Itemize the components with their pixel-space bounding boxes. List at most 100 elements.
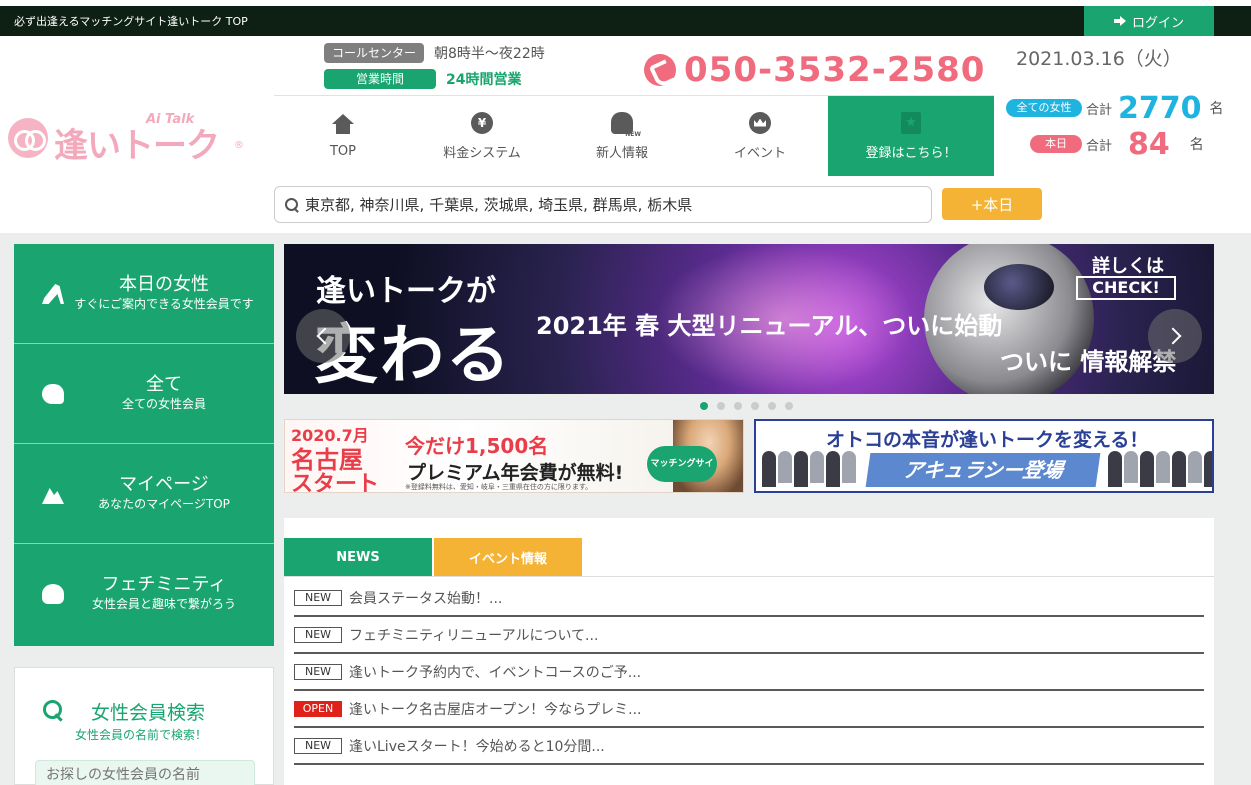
area-search-input[interactable] <box>305 195 905 214</box>
carousel-prev-icon[interactable] <box>296 309 350 363</box>
business-hours-text: 24時間営業 <box>446 72 522 88</box>
sidebar-item-mypage[interactable]: マイページ あなたのマイページTOP <box>14 444 274 544</box>
today-count-value: 84 <box>1128 126 1170 162</box>
tab-news[interactable]: NEWS <box>284 538 432 577</box>
accuracy-banner[interactable]: オトコの本音が逢いトークを変える！ アキュラシー登場 <box>754 419 1214 493</box>
sidebar-item-title: フェチミニティ <box>101 574 227 595</box>
news-text: 逢いLiveスタート！今始めると10分間... <box>349 738 605 755</box>
carousel-dot[interactable] <box>717 402 725 410</box>
login-label: ログイン <box>1131 15 1184 31</box>
carousel-dot[interactable] <box>768 402 776 410</box>
nav-newcomers[interactable]: 新人情報 <box>552 96 692 176</box>
top-bar: 必ず出逢えるマッチングサイト逢いトーク TOP ログイン <box>0 0 1251 36</box>
tab-divider <box>284 576 1214 577</box>
news-badge: NEW <box>294 589 342 606</box>
news-tabs: NEWS イベント情報 <box>284 538 582 577</box>
banner-promo: 今だけ1,500名 <box>405 434 549 458</box>
member-search-title: 女性会員検索 <box>91 702 206 724</box>
nav-pricing-label: 料金システム <box>443 145 521 161</box>
nav-top[interactable]: TOP <box>274 96 412 176</box>
new-girl-icon <box>611 111 641 138</box>
nav-newcomers-label: 新人情報 <box>595 145 648 161</box>
hero-carousel[interactable]: 逢いトークが 変わる 2021年 春 大型リニューアル、ついに始動 ついに 情報… <box>284 244 1214 394</box>
carousel-dots <box>700 402 793 410</box>
banner-start: スタート <box>291 472 380 493</box>
banner-premium: プレミアム年会費が無料! <box>407 462 624 484</box>
today-badge[interactable]: 本日 <box>1030 135 1082 153</box>
news-item[interactable]: NEW 逢いLiveスタート！今始めると10分間... <box>294 728 1204 765</box>
tab-event-info[interactable]: イベント情報 <box>434 538 582 577</box>
sidebar-menu: 本日の女性 すぐにご案内できる女性会員です 全て 全ての女性会員 マイページ あ… <box>14 244 274 646</box>
news-badge-open: OPEN <box>294 700 342 717</box>
news-item[interactable]: NEW 会員ステータス始動！... <box>294 580 1204 617</box>
news-list: NEW 会員ステータス始動！... NEW フェチミニティリニューアルについて.… <box>294 580 1204 765</box>
yen-icon: ¥ <box>471 111 493 134</box>
nav-events[interactable]: イベント <box>692 96 828 176</box>
sidebar-item-all-women[interactable]: 全て 全ての女性会員 <box>14 344 274 444</box>
member-counts: 全ての女性 合計 2770 名 本日 合計 84 名 <box>1006 90 1246 162</box>
site-logo[interactable]: 逢いトーク Ai Talk ® <box>8 112 248 166</box>
all-count-value: 2770 <box>1118 90 1202 126</box>
nav-register[interactable]: 登録はこちら！ <box>828 96 994 176</box>
all-women-badge[interactable]: 全ての女性 <box>1006 99 1082 117</box>
carousel-next-icon[interactable] <box>1148 309 1202 363</box>
search-icon <box>43 700 63 720</box>
news-badge: NEW <box>294 737 342 754</box>
phone-number: 050-3532-2580 <box>684 50 986 90</box>
member-search-sub: 女性会員の名前で検索！ <box>75 728 208 742</box>
logo-registered: ® <box>234 140 244 151</box>
hero-check-button[interactable]: CHECK! <box>1076 276 1176 300</box>
sidebar-item-today-women[interactable]: 本日の女性 すぐにご案内できる女性会員です <box>14 244 274 344</box>
banner-sub: アキュラシー登場 <box>865 453 1101 487</box>
sidebar-item-title: 本日の女性 <box>119 274 209 295</box>
banner-note: ※登録料無料は、愛知・岐阜・三重県在住の方に限ります。 <box>405 483 593 491</box>
login-button[interactable]: ログイン <box>1084 6 1214 36</box>
business-hours: コールセンター 朝8時半〜夜22時 営業時間 24時間営業 <box>324 42 545 94</box>
carousel-dot[interactable] <box>785 402 793 410</box>
news-item[interactable]: NEW 逢いトーク予約内で、イベントコースのご予... <box>294 654 1204 691</box>
sidebar-item-sub: すぐにご案内できる女性会員です <box>74 297 254 311</box>
astronaut-visor <box>984 264 1054 310</box>
news-text: フェチミニティリニューアルについて... <box>349 627 599 644</box>
call-center-hours: 朝8時半〜夜22時 <box>434 46 545 62</box>
sidebar-item-fetiminity[interactable]: フェチミニティ 女性会員と趣味で繋がろう <box>14 544 274 646</box>
sidebar-item-title: 全て <box>146 374 182 395</box>
nav-events-label: イベント <box>733 145 786 161</box>
register-icon <box>901 111 921 134</box>
news-badge: NEW <box>294 663 342 680</box>
carousel-dot[interactable] <box>700 402 708 410</box>
all-total-label: 合計 <box>1086 102 1113 118</box>
news-item[interactable]: OPEN 逢いトーク名古屋店オープン！今ならプレミ... <box>294 691 1204 728</box>
all-count-unit: 名 <box>1209 101 1224 117</box>
call-center-badge: コールセンター <box>324 43 424 63</box>
carousel-dot[interactable] <box>751 402 759 410</box>
nagoya-banner[interactable]: 2020.7月 名古屋 スタート 今だけ1,500名 プレミアム年会費が無料! … <box>284 419 744 493</box>
today-filter-button[interactable]: +本日 <box>942 188 1042 220</box>
today-count-unit: 名 <box>1189 137 1204 153</box>
area-search-bar[interactable] <box>274 186 932 223</box>
logo-sub: Ai Talk <box>146 112 195 127</box>
banner-headline: オトコの本音が逢いトークを変える！ <box>826 429 1149 451</box>
member-search-panel: 女性会員検索 女性会員の名前で検索！ <box>14 667 274 785</box>
search-icon <box>285 197 299 212</box>
today-total-label: 合計 <box>1086 138 1113 154</box>
business-hours-badge: 営業時間 <box>324 69 436 89</box>
nav-pricing[interactable]: ¥ 料金システム <box>412 96 552 176</box>
news-item[interactable]: NEW フェチミニティリニューアルについて... <box>294 617 1204 654</box>
phone-link[interactable]: 050-3532-2580 <box>644 50 985 90</box>
login-icon <box>1113 15 1126 27</box>
news-text: 会員ステータス始動！... <box>349 590 503 607</box>
hero-check-top: 詳しくは <box>1092 256 1164 277</box>
news-panel: NEWS イベント情報 NEW 会員ステータス始動！... NEW フェチミニテ… <box>284 518 1214 785</box>
banner-stamp: マッチングサイト <box>647 446 717 482</box>
site-header: 逢いトーク Ai Talk ® コールセンター 朝8時半〜夜22時 営業時間 2… <box>0 36 1251 233</box>
carousel-dot[interactable] <box>734 402 742 410</box>
news-badge: NEW <box>294 626 342 643</box>
member-name-input[interactable] <box>35 760 255 785</box>
phone-icon <box>644 54 676 86</box>
sidebar-item-sub: 女性会員と趣味で繋がろう <box>91 597 236 611</box>
news-text: 逢いトーク予約内で、イベントコースのご予... <box>349 664 642 681</box>
crown-icon <box>749 111 771 134</box>
sidebar-item-sub: 全ての女性会員 <box>121 397 206 411</box>
nav-register-label: 登録はこちら！ <box>865 145 957 161</box>
